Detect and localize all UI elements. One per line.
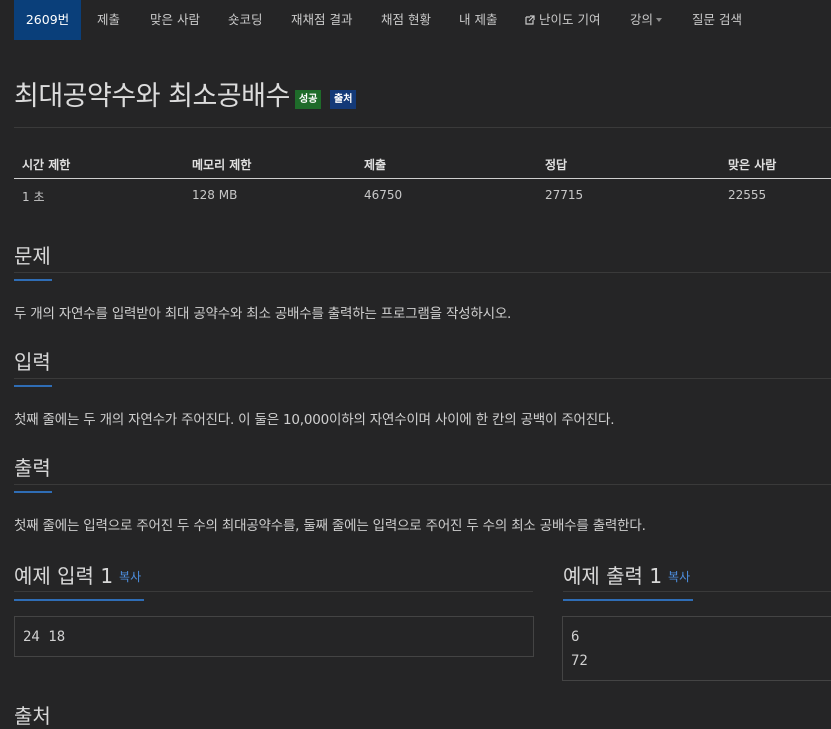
section-heading-output: 출력 <box>14 452 52 493</box>
sample-output-box[interactable]: 6 72 <box>562 616 831 681</box>
nav-tab-problem[interactable]: 2609번 <box>14 0 81 40</box>
heading-underline <box>563 599 693 601</box>
sample-output-heading-text: 예제 출력 1 <box>563 564 663 588</box>
heading-underline <box>14 279 52 281</box>
header-memory-limit: 메모리 제한 <box>192 158 252 172</box>
section-rule <box>14 378 831 379</box>
cell-time-limit: 1 초 <box>22 190 45 204</box>
nav-tab-solvers[interactable]: 맞은 사람 <box>150 0 200 40</box>
nav-tab-my-submissions[interactable]: 내 제출 <box>459 0 497 40</box>
cell-submissions[interactable]: 46750 <box>364 188 402 202</box>
cell-solvers[interactable]: 22555 <box>728 188 766 202</box>
section-heading-input: 입력 <box>14 346 52 387</box>
sample-input-box[interactable]: 24 18 <box>14 616 534 657</box>
section-heading-sample-input: 예제 입력 1 복사 <box>14 560 144 601</box>
nav-tab-questions[interactable]: 질문 검색 <box>692 0 742 40</box>
nav-tab-lectures[interactable]: 강의 <box>630 0 663 40</box>
heading-underline <box>14 599 144 601</box>
nav-tab-lectures-label: 강의 <box>630 12 654 27</box>
input-description: 첫째 줄에는 두 개의 자연수가 주어진다. 이 둘은 10,000이하의 자연… <box>14 412 615 428</box>
section-heading-output-text: 출력 <box>14 456 51 480</box>
section-heading-input-text: 입력 <box>14 350 51 374</box>
section-heading-problem-text: 문제 <box>14 244 51 268</box>
external-link-icon <box>525 15 535 25</box>
section-rule <box>563 591 831 592</box>
cell-memory-limit: 128 MB <box>192 188 238 202</box>
cell-accepted: 27715 <box>545 188 584 202</box>
nav-tab-shortcoding[interactable]: 숏코딩 <box>228 0 263 40</box>
copy-sample-input-button[interactable]: 복사 <box>119 570 141 584</box>
section-rule <box>14 484 831 485</box>
nav-tab-difficulty-label: 난이도 기여 <box>539 12 601 27</box>
sample-input-heading-text: 예제 입력 1 <box>14 564 114 588</box>
page-title: 최대공약수와 최소공배수 <box>14 81 290 112</box>
table-header-rule <box>14 178 831 179</box>
section-heading-sample-output: 예제 출력 1 복사 <box>563 560 693 601</box>
caret-down-icon <box>656 18 663 22</box>
heading-underline <box>14 385 52 387</box>
section-heading-problem: 문제 <box>14 240 52 281</box>
problem-description: 두 개의 자연수를 입력받아 최대 공약수와 최소 공배수를 출력하는 프로그램… <box>14 306 512 322</box>
header-accepted: 정답 <box>545 158 568 172</box>
copy-sample-output-button[interactable]: 복사 <box>668 570 690 584</box>
header-submissions: 제출 <box>364 158 387 172</box>
nav-tab-status[interactable]: 채점 현황 <box>381 0 431 40</box>
success-badge: 성공 <box>295 90 322 109</box>
section-rule <box>14 591 533 592</box>
problem-nav: 2609번 제출 맞은 사람 숏코딩 재채점 결과 채점 현황 내 제출 난이도… <box>0 0 831 40</box>
heading-underline <box>14 491 52 493</box>
nav-tab-rejudge[interactable]: 재채점 결과 <box>291 0 352 40</box>
output-description: 첫째 줄에는 입력으로 주어진 두 수의 최대공약수를, 둘째 줄에는 입력으로… <box>14 518 646 534</box>
divider <box>14 127 831 128</box>
source-badge[interactable]: 출처 <box>330 90 357 109</box>
nav-tab-difficulty[interactable]: 난이도 기여 <box>525 0 600 40</box>
nav-tab-submit[interactable]: 제출 <box>97 0 120 40</box>
header-solvers: 맞은 사람 <box>728 158 777 172</box>
section-rule <box>14 272 831 273</box>
header-time-limit: 시간 제한 <box>22 158 71 172</box>
section-heading-source: 출처 <box>14 704 51 728</box>
